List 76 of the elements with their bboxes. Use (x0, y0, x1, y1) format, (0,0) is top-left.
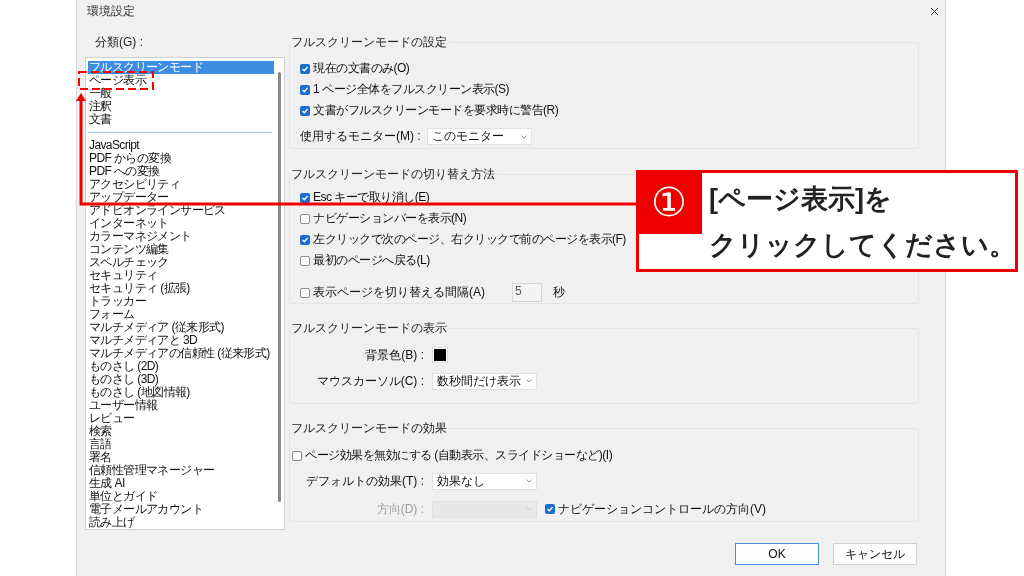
category-item[interactable]: ものさし (3D) (88, 373, 274, 386)
caret-icon (520, 134, 527, 139)
category-item[interactable]: インターネット (88, 217, 274, 230)
field-label: 使用するモニター(M) : (300, 129, 421, 144)
option-label: 表示ページを切り替える間隔(A) (313, 285, 486, 300)
category-item[interactable]: トラッカー (88, 295, 274, 308)
field-label: マウスカーソル(C) : (315, 373, 424, 389)
group-title: フルスクリーンモードの効果 (291, 421, 448, 436)
checkbox[interactable] (300, 234, 310, 245)
category-item[interactable]: ものさし (地図情報) (88, 386, 274, 399)
option-label: ナビゲーションバーを表示(N) (313, 211, 467, 226)
option-label: 現在の文書のみ(O) (313, 61, 410, 76)
category-item[interactable]: コンテンツ編集 (88, 243, 274, 256)
category-item[interactable]: マルチメディアと 3D (88, 334, 274, 347)
category-item[interactable]: PDF への変換 (88, 165, 274, 178)
group-title: フルスクリーンモードの切り替え方法 (291, 167, 496, 182)
scrollbar-thumb[interactable] (278, 72, 281, 502)
category-item[interactable]: セキュリティ (88, 269, 274, 282)
category-label: 分類(G) : (95, 35, 143, 50)
checkbox[interactable] (300, 63, 310, 74)
step-number: ① (651, 182, 687, 222)
callout-text: クリックしてください。 (709, 229, 1016, 262)
category-item[interactable]: マルチメディアの信頼性 (従来形式) (88, 347, 274, 360)
checkbox[interactable] (300, 105, 310, 116)
caret-icon (526, 479, 532, 483)
category-item[interactable]: 文書 (88, 113, 274, 126)
checkbox[interactable] (300, 84, 310, 95)
field-label: デフォルトの効果(T) : (305, 473, 424, 489)
dropdown[interactable]: 数秒間だけ表示 (432, 372, 537, 390)
unit-label: 秒 (553, 285, 565, 300)
category-item[interactable]: アドビオンラインサービス (88, 204, 274, 217)
category-item[interactable]: アクセシビリティ (88, 178, 274, 191)
checkbox[interactable] (292, 450, 302, 461)
checkbox[interactable] (300, 192, 310, 203)
dropdown[interactable]: 効果なし (432, 472, 537, 490)
category-item[interactable]: 署名 (88, 451, 274, 464)
option-label: 左クリックで次のページ、右クリックで前のページを表示(F) (313, 232, 626, 247)
category-item[interactable]: 信頼性管理マネージャー (88, 464, 274, 477)
category-item[interactable]: 言語 (88, 438, 274, 451)
callout-text: [ページ表示]を (709, 183, 892, 216)
checkbox[interactable] (300, 255, 310, 266)
group-title: フルスクリーンモードの表示 (291, 321, 448, 336)
category-item[interactable]: 読み上げ (88, 516, 274, 529)
category-item[interactable]: JavaScript (88, 139, 274, 152)
category-item[interactable]: カラーマネジメント (88, 230, 274, 243)
category-item[interactable]: マルチメディア (従来形式) (88, 321, 274, 334)
field-label: 方向(D) : (375, 501, 424, 517)
category-item[interactable]: 注釈 (88, 100, 274, 113)
dialog-button[interactable]: OK (735, 543, 819, 565)
category-item[interactable]: 単位とガイド (88, 490, 274, 503)
category-item[interactable]: ユーザー情報 (88, 399, 274, 412)
category-item[interactable]: 電子メールアカウント (88, 503, 274, 516)
dropdown[interactable]: このモニター (426, 128, 532, 145)
option-label: ナビゲーションコントロールの方向(V) (558, 501, 766, 517)
category-item[interactable]: レビュー (88, 412, 274, 425)
category-item[interactable]: ものさし (2D) (88, 360, 274, 373)
caret-icon (526, 379, 532, 383)
window-title: 環境設定 (87, 3, 135, 20)
category-item[interactable]: 検索 (88, 425, 274, 438)
category-item[interactable]: セキュリティ (拡張) (88, 282, 274, 295)
group-title: フルスクリーンモードの設定 (291, 35, 448, 50)
dialog-button[interactable]: キャンセル (833, 543, 917, 565)
checkbox[interactable] (300, 213, 310, 224)
category-item[interactable]: PDF からの変換 (88, 152, 274, 165)
category-item[interactable]: フォーム (88, 308, 274, 321)
category-item[interactable]: スペルチェック (88, 256, 274, 269)
field-label: 背景色(B) : (364, 347, 424, 363)
category-item[interactable]: ページ表示 (88, 74, 274, 87)
option-label: 文書がフルスクリーンモードを要求時に警告(R) (313, 103, 559, 118)
option-label: 最初のページへ戻る(L) (313, 253, 430, 268)
option-label: 1 ページ全体をフルスクリーン表示(S) (313, 82, 509, 97)
option-label: Esc キーで取り消し(E) (313, 190, 430, 205)
category-item[interactable]: アップデーター (88, 191, 274, 204)
category-item[interactable]: 生成 AI (88, 477, 274, 490)
option-label: ページ効果を無効にする (自動表示、スライドショーなど)(I) (305, 448, 613, 463)
close-icon[interactable] (930, 6, 939, 16)
